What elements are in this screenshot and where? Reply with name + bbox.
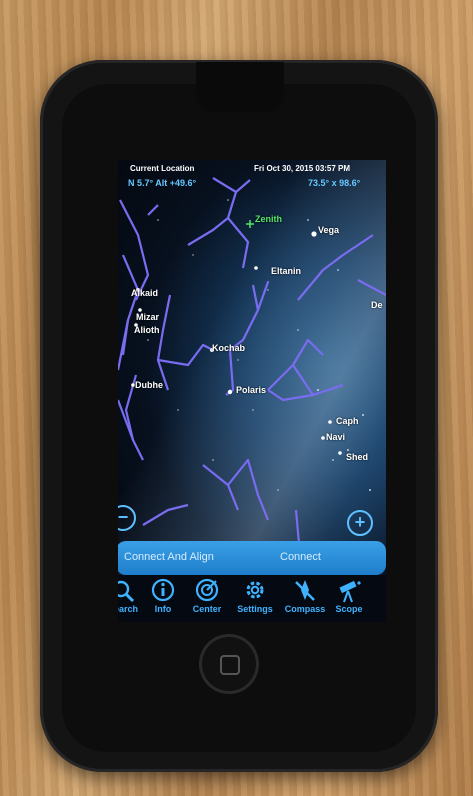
tab-info[interactable]: Info bbox=[142, 578, 184, 614]
tab-info-label: Info bbox=[154, 604, 172, 614]
home-button-square bbox=[220, 655, 240, 675]
connect-bar: Connect And Align Connect bbox=[118, 541, 386, 575]
connect-button[interactable]: Connect bbox=[280, 551, 321, 563]
tab-center[interactable]: Center bbox=[186, 578, 228, 614]
star-label-shedar[interactable]: Shed bbox=[346, 452, 368, 462]
tab-scope[interactable]: Scope bbox=[328, 578, 370, 614]
telescope-icon bbox=[328, 578, 370, 604]
star-label-dubhe[interactable]: Dubhe bbox=[135, 380, 163, 390]
zoom-in-button[interactable]: + bbox=[347, 510, 373, 536]
tab-center-label: Center bbox=[192, 604, 222, 614]
star-label-kochab[interactable]: Kochab bbox=[212, 343, 245, 353]
connect-and-align-button[interactable]: Connect And Align bbox=[124, 551, 214, 563]
tab-settings-label: Settings bbox=[237, 604, 273, 614]
info-icon bbox=[142, 578, 184, 604]
star-label-vega[interactable]: Vega bbox=[318, 225, 339, 235]
sky-chart[interactable] bbox=[118, 160, 386, 560]
star-label-navi[interactable]: Navi bbox=[326, 432, 345, 442]
background-stars bbox=[147, 199, 371, 491]
gear-icon bbox=[234, 578, 276, 604]
target-icon bbox=[186, 578, 228, 604]
star-label-eltanin[interactable]: Eltanin bbox=[271, 266, 301, 276]
tab-search[interactable]: Search bbox=[118, 578, 144, 614]
tab-scope-label: Scope bbox=[335, 604, 363, 614]
star-label-caph[interactable]: Caph bbox=[336, 416, 359, 426]
datetime-label: Fri Oct 30, 2015 03:57 PM bbox=[254, 164, 351, 173]
search-icon bbox=[118, 578, 144, 604]
home-button[interactable] bbox=[199, 634, 259, 694]
fov-readout: 73.5° x 98.6° bbox=[308, 178, 361, 188]
sky-view-screen[interactable]: Current Location Fri Oct 30, 2015 03:57 … bbox=[118, 160, 386, 622]
status-bar: Current Location Fri Oct 30, 2015 03:57 … bbox=[118, 164, 386, 178]
zenith-label[interactable]: Zenith bbox=[255, 214, 282, 224]
tab-settings[interactable]: Settings bbox=[234, 578, 276, 614]
star-label-deneb[interactable]: De bbox=[371, 300, 383, 310]
tab-bar: Search Info Center Settings Compass bbox=[118, 575, 386, 622]
star-label-mizar[interactable]: Mizar bbox=[136, 312, 159, 322]
tab-compass-label: Compass bbox=[284, 604, 326, 614]
star-label-alkaid[interactable]: Alkaid bbox=[131, 288, 158, 298]
altitude-readout: N 5.7° Alt +49.6° bbox=[128, 178, 197, 188]
zenith-marker bbox=[246, 220, 254, 228]
earpiece-cutout bbox=[196, 62, 284, 112]
constellation-lines bbox=[118, 177, 386, 556]
compass-icon bbox=[284, 578, 326, 604]
tab-compass[interactable]: Compass bbox=[284, 578, 326, 614]
tab-search-label: Search bbox=[118, 604, 139, 614]
location-label: Current Location bbox=[130, 164, 195, 173]
star-label-alioth[interactable]: Alioth bbox=[134, 325, 160, 335]
star-label-polaris[interactable]: Polaris bbox=[236, 385, 266, 395]
